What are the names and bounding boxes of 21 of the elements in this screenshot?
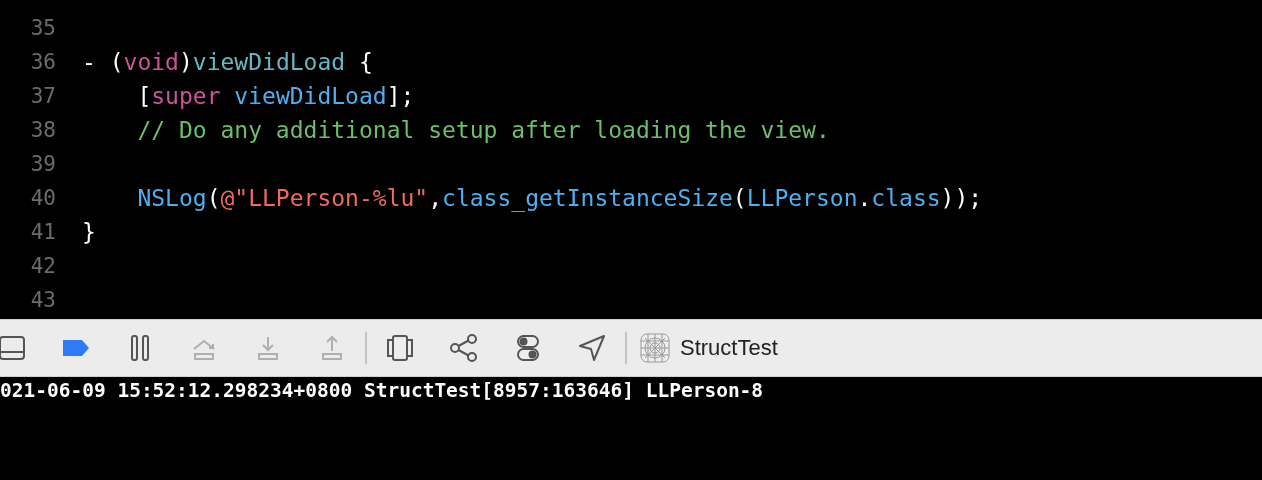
log-line: 021-06-09 15:52:12.298234+0800 StructTest[8957:163646] LLPerson-8	[0, 379, 765, 402]
line-number: 41	[29, 220, 56, 244]
line-number: 37	[29, 84, 56, 108]
line-number: 35	[29, 16, 56, 40]
line-number: 42	[29, 254, 56, 278]
code-line: }	[82, 219, 96, 245]
code-line: [super viewDidLoad];	[136, 83, 415, 109]
code-line: - (void)viewDidLoad {	[82, 49, 373, 75]
code-line: // Do any additional setup after loading the view.	[136, 117, 830, 143]
line-number: 40	[29, 186, 56, 210]
target-name[interactable]: StructTest	[680, 335, 778, 361]
app-icon	[640, 333, 670, 363]
code-line: NSLog(@"LLPerson-%lu",class_getInstanceSize(LLPerson.class));	[136, 185, 983, 211]
line-number: 39	[29, 152, 56, 176]
panel-icon	[0, 333, 27, 363]
line-number: 36	[29, 50, 56, 74]
line-number: 43	[29, 288, 56, 312]
location-arrow-icon	[577, 333, 607, 363]
layers-icon	[385, 333, 415, 363]
graph-icon	[449, 333, 479, 363]
line-number: 38	[29, 118, 56, 142]
